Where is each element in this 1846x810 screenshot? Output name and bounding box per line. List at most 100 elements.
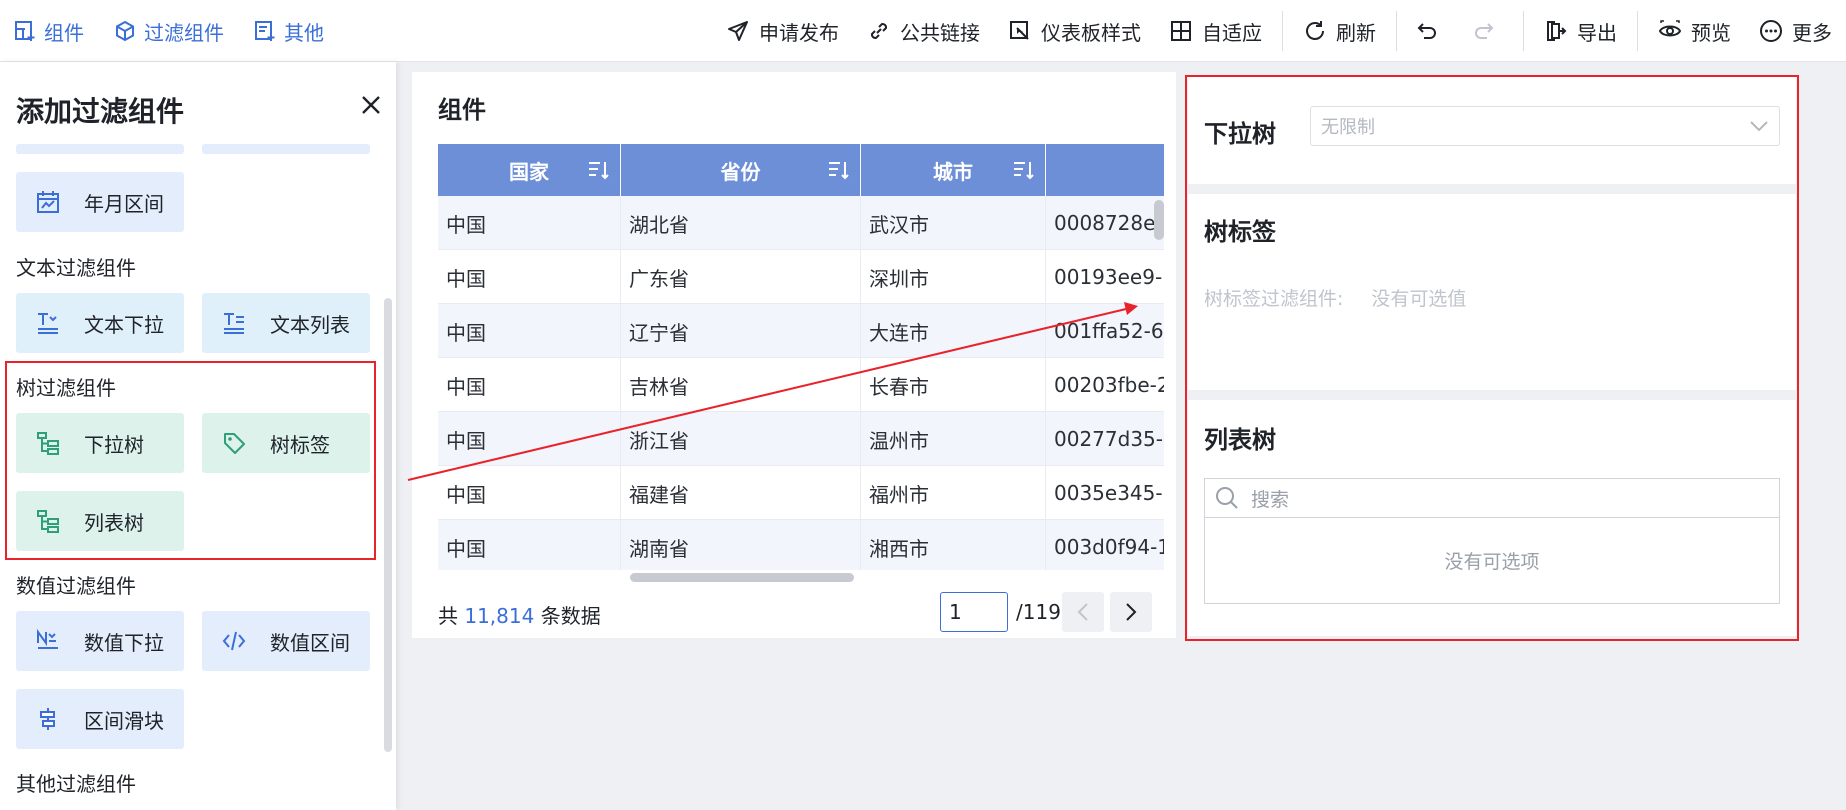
record-count-value: 11,814 [464,604,535,628]
card-year-month-range[interactable]: 年月区间 [16,172,184,232]
tree-tag-widget: 树标签 树标签过滤组件: 没有可选值 [1188,194,1796,390]
table-vertical-scrollbar[interactable] [1154,200,1164,240]
undo-icon [1417,23,1436,39]
card-tree-tag[interactable]: 树标签 [202,413,370,473]
redo-button[interactable] [1460,19,1517,43]
close-icon[interactable] [358,92,384,118]
table-header: 国家 省份 城市 [438,144,1164,196]
table-row[interactable]: 中国 湖北省 武汉市 0008728e- [438,196,1164,250]
adaptive-label: 自适应 [1202,20,1262,45]
card-dropdown-tree[interactable]: 下拉树 [16,413,184,473]
undo-button[interactable] [1403,19,1460,43]
column-header-country[interactable]: 国家 [438,144,621,196]
sort-icon[interactable] [1013,160,1035,180]
text-list-icon [224,313,244,334]
add-component-button[interactable]: 组件 [14,17,84,46]
refresh-icon [1306,21,1324,40]
table-cell: 湖北省 [621,196,861,250]
preview-button[interactable]: 预览 [1644,17,1745,46]
other-label: 其他 [284,20,324,45]
table-row[interactable]: 中国 浙江省 温州市 00277d35- [438,412,1164,466]
table-cell: 中国 [438,358,621,412]
column-header-province[interactable]: 省份 [621,144,861,196]
refresh-button[interactable]: 刷新 [1289,17,1390,46]
card-label: 区间滑块 [84,709,164,733]
card-range-slider[interactable]: 区间滑块 [16,689,184,749]
card-label: 数值区间 [270,631,350,655]
record-count: 共 11,814 条数据 [438,600,601,629]
top-toolbar: 组件 过滤组件 其他 申请发布 公共链接 仪表板样式 自适应 刷新 导出 预览 … [0,0,1846,62]
toolbar-divider [1282,11,1283,51]
publish-button[interactable]: 申请发布 [712,17,853,46]
prev-page-button[interactable] [1062,592,1104,632]
export-button[interactable]: 导出 [1530,17,1631,46]
table-row[interactable]: 中国 辽宁省 大连市 001ffa52-6 [438,304,1164,358]
dropdown-tree-select[interactable]: 无限制 [1310,106,1780,146]
card-clipped[interactable] [202,144,370,154]
section-text-filter: 文本过滤组件 [16,256,136,280]
sort-icon[interactable] [828,160,850,180]
adaptive-button[interactable]: 自适应 [1155,17,1276,46]
panel-scrollbar[interactable] [384,298,392,752]
card-clipped[interactable] [16,144,184,154]
filter-component-button[interactable]: 过滤组件 [114,17,224,46]
table-cell: 003d0f94-1 [1054,535,1164,559]
tree-tag-label: 树标签过滤组件: [1204,288,1344,310]
toolbar-divider [1396,11,1397,51]
column-header-id[interactable] [1046,144,1164,196]
table-cell: 辽宁省 [621,304,861,358]
table-cell: 中国 [438,466,621,520]
card-number-dropdown[interactable]: 数值下拉 [16,611,184,671]
export-label: 导出 [1577,20,1617,45]
search-placeholder: 搜索 [1251,488,1290,511]
preview-label: 预览 [1691,20,1731,45]
record-count-suffix: 条数据 [540,604,601,628]
card-text-list[interactable]: 文本列表 [202,293,370,353]
link-icon [870,22,888,40]
page-number-input[interactable]: 1 [940,592,1008,632]
other-button[interactable]: 其他 [254,17,324,46]
table-row[interactable]: 中国 湖南省 湘西市 003d0f94-1 [438,520,1164,570]
widget-title: 列表树 [1204,426,1276,454]
table-cell: 湘西市 [861,520,1046,570]
table-cell: 0008728e- [1054,211,1163,235]
public-link-button[interactable]: 公共链接 [853,17,994,46]
table-cell: 001ffa52-6 [1054,319,1164,343]
column-header-label: 国家 [509,159,549,184]
tree-tag-empty-text: 没有可选值 [1371,288,1467,310]
next-page-button[interactable] [1110,592,1152,632]
column-header-label: 省份 [720,159,761,184]
list-tree-search-input[interactable]: 搜索 [1204,478,1780,518]
table-cell: 武汉市 [861,196,1046,250]
table-horizontal-scrollbar[interactable] [630,573,854,582]
card-list-tree[interactable]: 列表树 [16,491,184,551]
column-header-city[interactable]: 城市 [861,144,1046,196]
list-tree-widget: 列表树 搜索 没有可选项 [1188,400,1796,636]
card-label: 数值下拉 [84,631,164,655]
data-table: 国家 省份 城市 中国 湖北省 武汉市 0008728e- 中国 广东省 深圳市… [438,144,1164,570]
table-cell: 福州市 [861,466,1046,520]
table-cell: 吉林省 [621,358,861,412]
search-icon [1216,487,1238,509]
toolbar-right-group: 申请发布 公共链接 仪表板样式 自适应 刷新 导出 预览 更多 [712,0,1846,62]
dropdown-tree-widget: 下拉树 无限制 [1188,76,1796,184]
card-text-dropdown[interactable]: 文本下拉 [16,293,184,353]
publish-label: 申请发布 [759,20,839,45]
sort-icon[interactable] [588,160,610,180]
table-row[interactable]: 中国 广东省 深圳市 00193ee9- [438,250,1164,304]
list-tree-empty-state: 没有可选项 [1204,518,1780,604]
table-cell: 长春市 [861,358,1046,412]
toolbar-divider [1637,11,1638,51]
slider-icon [40,708,55,730]
tree-icon [37,432,59,455]
table-row[interactable]: 中国 福建省 福州市 0035e345- [438,466,1164,520]
more-button[interactable]: 更多 [1745,17,1846,46]
table-row[interactable]: 中国 吉林省 长春市 00203fbe-2 [438,358,1164,412]
dashboard-style-button[interactable]: 仪表板样式 [994,17,1155,46]
card-label: 文本下拉 [84,313,164,337]
card-label: 树标签 [270,433,330,457]
dropdown-placeholder: 无限制 [1321,117,1375,138]
card-number-range[interactable]: 数值区间 [202,611,370,671]
table-cell: 深圳市 [861,250,1046,304]
tag-icon [224,433,245,454]
